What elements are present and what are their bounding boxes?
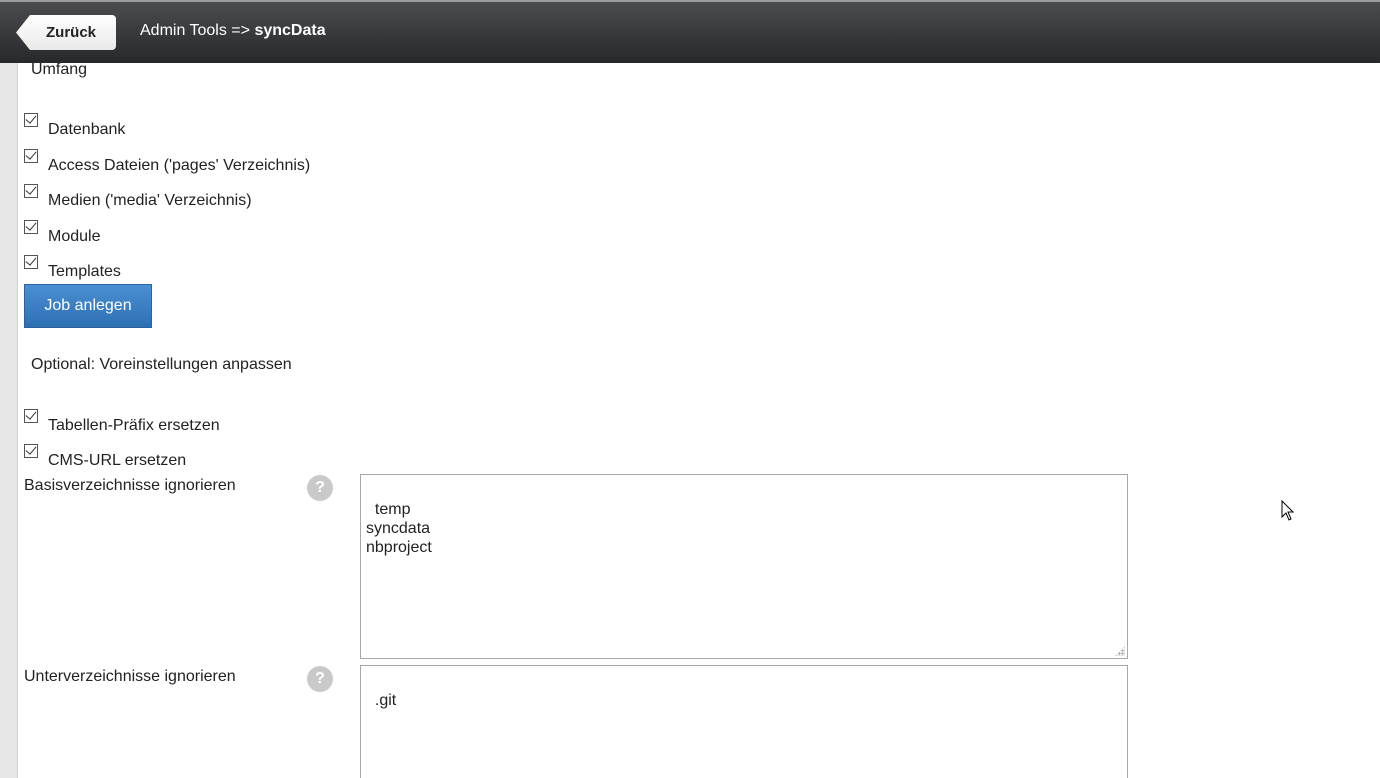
scope-option-label: Access Dateien ('pages' Verzeichnis) [48,157,311,174]
checkbox-access-files[interactable] [24,148,38,163]
check-icon [25,148,37,160]
back-button[interactable]: Zurück [16,15,117,50]
check-icon [25,443,37,455]
sub-dirs-textarea[interactable]: .git [360,665,1128,778]
checkbox-modules[interactable] [24,219,38,234]
optional-option-label: CMS-URL ersetzen [48,452,187,469]
top-toolbar: Zurück Admin Tools => syncData [0,0,1380,63]
check-icon [25,183,37,195]
scope-option-label: Datenbank [48,121,126,138]
scope-heading: Umfang [31,61,88,78]
checkbox-table-prefix[interactable] [24,408,38,423]
page-title-strong: syncData [254,22,326,39]
left-panel-edge [0,63,18,778]
help-icon[interactable]: ? [307,475,333,501]
base-dirs-label: Basisverzeichnisse ignorieren [24,477,236,494]
scope-option-label: Templates [48,263,121,280]
scope-option-label: Module [48,228,101,245]
checkbox-cms-url[interactable] [24,443,38,458]
resize-grip-icon[interactable] [1115,646,1125,656]
help-icon[interactable]: ? [307,666,333,692]
check-icon [25,254,37,266]
base-dirs-textarea[interactable]: temp syncdata nbproject [360,474,1128,659]
checkbox-templates[interactable] [24,254,38,269]
checkbox-media[interactable] [24,183,38,198]
check-icon [25,219,37,231]
check-icon [25,112,37,124]
sub-dirs-value: .git [374,692,397,709]
optional-option-label: Tabellen-Präfix ersetzen [48,417,220,434]
optional-heading: Optional: Voreinstellungen anpassen [31,356,292,373]
scope-option-label: Medien ('media' Verzeichnis) [48,192,252,209]
sub-dirs-label: Unterverzeichnisse ignorieren [24,668,236,685]
base-dirs-value: temp syncdata nbproject [366,501,432,556]
page-title-prefix: Admin Tools => [140,22,250,39]
page-title: Admin Tools => syncData [140,22,326,40]
mouse-pointer-icon [1281,500,1295,521]
create-job-button[interactable]: Job anlegen [24,284,152,328]
check-icon [25,408,37,420]
checkbox-database[interactable] [24,112,38,127]
